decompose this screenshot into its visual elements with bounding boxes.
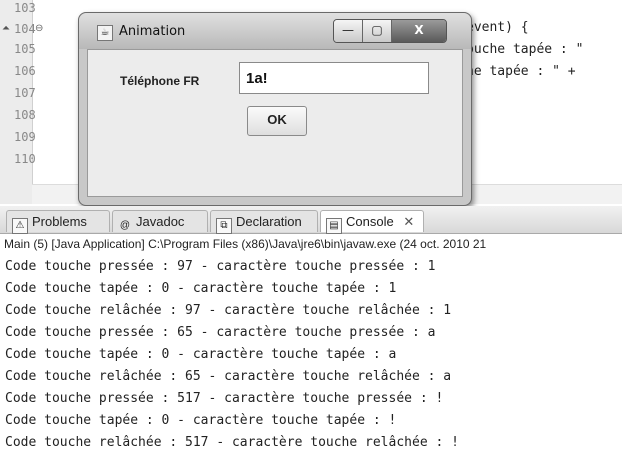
- line-number: 106: [14, 64, 36, 78]
- console-line: Code touche relâchée : 517 - caractère t…: [5, 435, 459, 450]
- console-line: Code touche relâchée : 97 - caractère to…: [5, 303, 452, 318]
- bottom-panel: ⚠ Problems @ Javadoc ⧉ Declaration ▤ Console…: [0, 206, 622, 464]
- code-line: event) {: [466, 20, 529, 35]
- dialog-title: Animation: [119, 24, 186, 39]
- line-number: 110: [14, 152, 36, 166]
- line-number: 107: [14, 86, 36, 100]
- console-line: Code touche tapée : 0 - caractère touche…: [5, 281, 397, 296]
- fold-arrow-icon: ⏶: [2, 23, 10, 34]
- line-number: 104: [14, 22, 36, 36]
- tab-label: Console: [346, 214, 394, 229]
- console-line: Code touche relâchée : 65 - caractère to…: [5, 369, 452, 384]
- tab-label: Declaration: [236, 214, 302, 229]
- ok-button[interactable]: OK: [247, 106, 307, 136]
- panel-tabbar: ⚠ Problems @ Javadoc ⧉ Declaration ▤ Console…: [0, 206, 622, 234]
- tab-console[interactable]: ▤ Console ✕: [320, 210, 424, 234]
- dialog-titlebar[interactable]: ☕ Animation — ▢ X: [79, 13, 471, 49]
- line-number: 105: [14, 42, 36, 56]
- console-icon: ▤: [326, 218, 342, 234]
- at-icon: @: [119, 220, 131, 231]
- console-line: Code touche tapée : 0 - caractère touche…: [5, 347, 397, 362]
- console-line: Code touche pressée : 517 - caractère to…: [5, 391, 444, 406]
- java-app-icon: ☕: [97, 25, 113, 41]
- minimize-button[interactable]: —: [334, 20, 363, 42]
- code-line: ouche tapée : ": [466, 42, 584, 57]
- console-line: Code touche pressée : 65 - caractère tou…: [5, 325, 436, 340]
- tab-problems[interactable]: ⚠ Problems: [6, 210, 110, 234]
- tab-label: Javadoc: [136, 214, 185, 229]
- line-number: 103: [14, 1, 36, 15]
- collapse-icon[interactable]: ⊖: [35, 23, 43, 34]
- console-line: Code touche tapée : 0 - caractère touche…: [5, 413, 397, 428]
- tab-javadoc[interactable]: @ Javadoc: [112, 210, 208, 232]
- phone-input[interactable]: [239, 62, 429, 94]
- code-line: he tapée : " +: [466, 64, 576, 79]
- declaration-icon: ⧉: [216, 218, 232, 234]
- line-number: 108: [14, 108, 36, 122]
- close-button[interactable]: X: [392, 20, 446, 42]
- phone-field-label: Téléphone FR: [120, 74, 200, 88]
- problems-icon: ⚠: [12, 218, 28, 234]
- maximize-button[interactable]: ▢: [363, 20, 392, 42]
- animation-dialog: ☕ Animation — ▢ X Téléphone FR OK: [78, 12, 472, 206]
- window-controls: — ▢ X: [333, 19, 447, 43]
- console-output[interactable]: Code touche pressée : 97 - caractère tou…: [5, 256, 622, 454]
- tab-label: Problems: [32, 214, 87, 229]
- console-line: Code touche pressée : 97 - caractère tou…: [5, 259, 436, 274]
- console-path: Main (5) [Java Application] C:\Program F…: [4, 237, 487, 251]
- tab-declaration[interactable]: ⧉ Declaration: [210, 210, 318, 234]
- close-tab-icon[interactable]: ✕: [403, 214, 414, 229]
- line-number: 109: [14, 130, 36, 144]
- dialog-content: Téléphone FR OK: [87, 49, 463, 197]
